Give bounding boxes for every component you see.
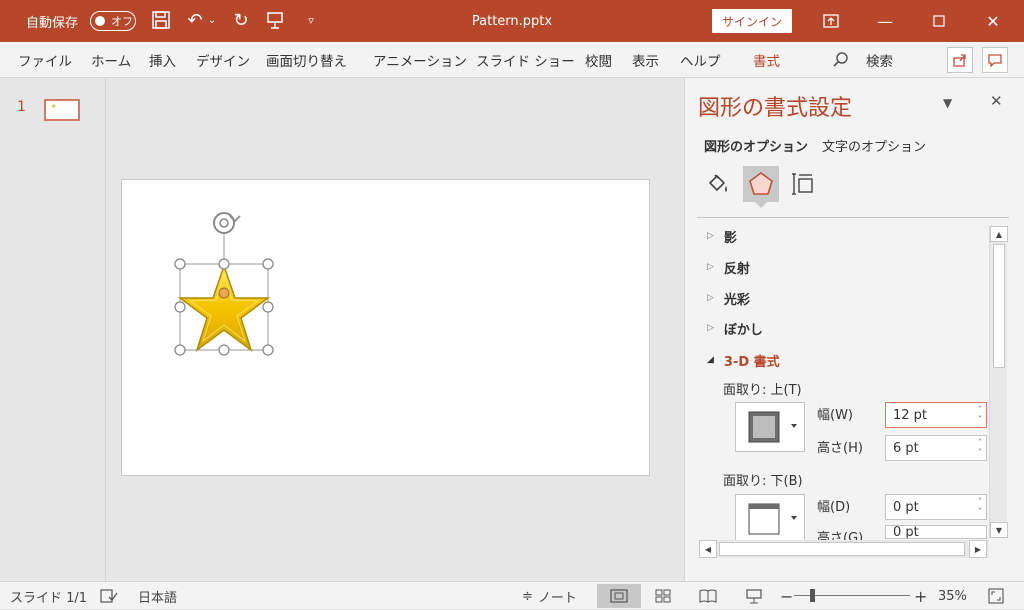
spinner-arrows-icon[interactable]: ˄ ˅	[978, 497, 982, 517]
size-properties-icon[interactable]	[785, 166, 821, 202]
slide-sorter-view-button[interactable]	[641, 584, 685, 608]
tab-text-options[interactable]: 文字のオプション	[822, 136, 926, 155]
section-3d-format[interactable]: ◢ 3-D 書式	[707, 350, 780, 370]
zoom-level[interactable]: 35%	[938, 582, 967, 610]
bevel-bottom-dropdown[interactable]	[735, 494, 805, 542]
rotate-handle[interactable]	[213, 212, 241, 234]
section-shadow[interactable]: ▷ 影	[707, 226, 737, 246]
tab-file[interactable]: ファイル	[18, 42, 72, 78]
spinner-arrows-icon[interactable]: ˄ ˅	[978, 405, 982, 425]
tab-help[interactable]: ヘルプ	[680, 42, 721, 78]
pane-title: 図形の書式設定	[698, 96, 853, 121]
bevel-bottom-width-input[interactable]: 0 pt ˄ ˅	[885, 494, 987, 520]
share-icon[interactable]	[947, 47, 973, 73]
comment-icon[interactable]	[982, 47, 1008, 73]
pane-close-icon[interactable]: ✕	[990, 92, 1003, 110]
bevel-bottom-height-input[interactable]: 0 pt	[885, 525, 987, 539]
scroll-left-icon[interactable]: ◀	[699, 540, 717, 558]
tab-view[interactable]: 表示	[632, 42, 659, 78]
slide-number: 1	[17, 99, 26, 115]
slide-drawing	[174, 212, 274, 356]
zoom-in-icon[interactable]: +	[914, 582, 927, 610]
tab-shape-options[interactable]: 図形のオプション	[704, 136, 808, 155]
section-reflection[interactable]: ▷ 反射	[707, 257, 750, 277]
scroll-down-icon[interactable]: ▼	[990, 522, 1008, 538]
bevel-bottom-label: 面取り: 下(B)	[723, 474, 803, 489]
bevel-bottom-width-label: 幅(D)	[817, 500, 851, 515]
pane-vertical-scrollbar[interactable]: ▲ ▼	[989, 226, 1008, 538]
bevel-top-height-label: 高さ(H)	[817, 441, 863, 456]
toggle-knob	[95, 16, 105, 26]
accessibility-icon[interactable]	[100, 582, 118, 610]
thumbnail-star-icon: ★	[51, 103, 57, 110]
redo-icon[interactable]: ↻	[230, 10, 252, 32]
present-icon[interactable]	[264, 10, 286, 32]
bevel-top-width-input[interactable]: 12 pt ˄ ˅	[885, 402, 987, 428]
customize-toolbar-icon[interactable]: ▿	[300, 10, 322, 32]
fit-slide-icon[interactable]	[988, 582, 1004, 610]
spinner-arrows-icon[interactable]: ˄ ˅	[978, 438, 982, 458]
tab-design[interactable]: デザイン	[196, 42, 250, 78]
autosave-toggle[interactable]: オフ	[90, 11, 136, 31]
chevron-right-icon: ▷	[707, 293, 714, 303]
hscroll-thumb[interactable]	[719, 542, 965, 556]
slide-indicator: スライド 1/1	[10, 590, 88, 606]
section-glow[interactable]: ▷ 光彩	[707, 288, 750, 308]
reading-view-button[interactable]	[686, 584, 730, 608]
pane-options-icon[interactable]: ▼	[943, 96, 952, 110]
format-shape-pane: 図形の書式設定 ▼ ✕ 図形のオプション 文字のオプション ▷ 影 ▷ 反射 ▷ 光彩…	[684, 78, 1024, 581]
adjust-handle[interactable]	[218, 287, 230, 299]
tab-transitions[interactable]: 画面切り替え	[266, 42, 347, 78]
tab-insert[interactable]: 挿入	[149, 42, 176, 78]
search-label[interactable]: 検索	[866, 42, 893, 78]
autosave-label: 自動保存	[26, 15, 79, 31]
chevron-down-icon: ◢	[707, 355, 714, 365]
ribbon-tabs: ファイル ホーム 挿入 デザイン 画面切り替え アニメーション スライド ショー…	[0, 42, 1024, 78]
bevel-top-width-label: 幅(W)	[817, 408, 853, 423]
slide[interactable]	[121, 179, 650, 476]
tab-home[interactable]: ホーム	[91, 42, 131, 78]
active-category-pointer	[755, 202, 767, 208]
zoom-slider-thumb[interactable]	[810, 589, 815, 602]
notes-button[interactable]: ≑ ノート	[522, 582, 577, 610]
status-bar: スライド 1/1 日本語 ≑ ノート − + 35%	[0, 581, 1024, 609]
notes-icon: ≑	[522, 588, 533, 604]
tab-animations[interactable]: アニメーション	[373, 42, 467, 78]
search-icon[interactable]	[832, 51, 850, 69]
tab-slideshow[interactable]: スライド ショー	[476, 42, 575, 78]
normal-view-button[interactable]	[597, 584, 641, 608]
undo-icon[interactable]: ↶	[184, 10, 206, 32]
chevron-right-icon: ▷	[707, 323, 714, 333]
slide-thumbnail[interactable]: ★	[44, 99, 80, 121]
fill-line-icon[interactable]	[700, 166, 736, 202]
scroll-right-icon[interactable]: ▶	[969, 540, 987, 558]
tab-review[interactable]: 校閲	[585, 42, 612, 78]
title-bar: 自動保存 オフ ↶ ⌄ ↻ ▿ Pattern.pptx サインイン — ✕	[0, 0, 1024, 42]
ribbon-display-icon[interactable]	[808, 0, 854, 42]
minimize-button[interactable]: —	[862, 0, 908, 42]
chevron-right-icon: ▷	[707, 231, 714, 241]
pane-separator	[697, 217, 1009, 218]
zoom-out-icon[interactable]: −	[780, 582, 793, 610]
bevel-top-height-input[interactable]: 6 pt ˄ ˅	[885, 435, 987, 461]
bevel-top-dropdown[interactable]	[735, 402, 805, 452]
close-button[interactable]: ✕	[970, 0, 1016, 42]
star-shape[interactable]	[177, 263, 271, 352]
signin-button[interactable]: サインイン	[712, 9, 792, 33]
save-icon[interactable]	[150, 10, 172, 32]
undo-dropdown-icon[interactable]: ⌄	[206, 10, 218, 32]
chevron-right-icon: ▷	[707, 262, 714, 272]
maximize-button[interactable]	[916, 0, 962, 42]
section-soft-edges[interactable]: ▷ ぼかし	[707, 318, 763, 338]
pane-horizontal-scrollbar[interactable]: ◀ ▶	[699, 540, 989, 558]
scroll-up-icon[interactable]: ▲	[990, 226, 1008, 242]
language-indicator[interactable]: 日本語	[138, 582, 177, 610]
autosave-state: オフ	[111, 15, 133, 28]
slide-thumbnail-pane: 1 ★	[0, 78, 106, 581]
slideshow-view-button[interactable]	[732, 584, 776, 608]
scroll-thumb[interactable]	[993, 244, 1005, 368]
tab-format[interactable]: 書式	[753, 42, 780, 78]
effects-icon[interactable]	[743, 166, 779, 202]
bevel-top-label: 面取り: 上(T)	[723, 383, 802, 398]
